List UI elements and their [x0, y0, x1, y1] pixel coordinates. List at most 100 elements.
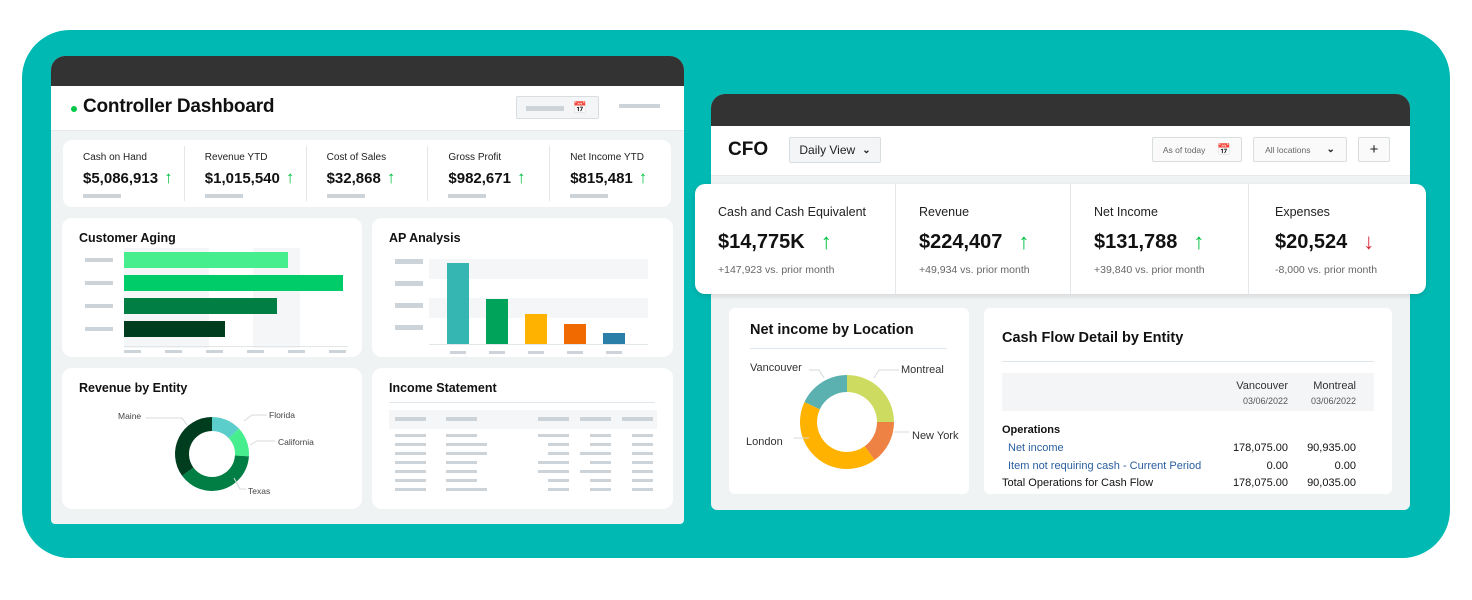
- kpi-revenue[interactable]: Revenue $224,407 ↑ +49,934 vs. prior mont…: [896, 184, 1071, 294]
- date-picker[interactable]: 📅: [516, 96, 599, 119]
- header-placeholder: [395, 417, 426, 421]
- table-row[interactable]: Total Operations for Cash Flow 178,075.0…: [1002, 477, 1374, 494]
- kpi-net-income[interactable]: Net Income $131,788 ↑ +39,840 vs. prior m…: [1071, 184, 1249, 294]
- card-title: Customer Aging: [79, 231, 176, 245]
- kpi-delta: +49,934 vs. prior month: [919, 264, 1030, 276]
- kpi-cost-of-sales[interactable]: Cost of Sales $32,868 ↑: [307, 146, 429, 201]
- header-placeholder: [580, 417, 611, 421]
- dashboard-header: Controller Dashboard 📅: [51, 86, 684, 131]
- axis-label-placeholder: [395, 281, 423, 286]
- kpi-net-income-ytd[interactable]: Net Income YTD $815,481 ↑: [550, 146, 671, 201]
- kpi-revenue-ytd[interactable]: Revenue YTD $1,015,540 ↑: [185, 146, 307, 201]
- x-tick-placeholder: [124, 350, 141, 353]
- date-filter[interactable]: As of today 📅: [1152, 137, 1242, 162]
- cell-placeholder: [446, 470, 477, 473]
- revenue-by-entity-card[interactable]: Revenue by Entity Maine Florida Californ…: [62, 368, 362, 509]
- customer-aging-card[interactable]: Customer Aging: [62, 218, 362, 357]
- location-filter-value: All locations: [1265, 144, 1311, 155]
- header-menu-placeholder[interactable]: [619, 104, 660, 108]
- date-placeholder: [526, 106, 564, 111]
- kpi-label: Revenue YTD: [204, 152, 268, 163]
- leader-line: [243, 414, 267, 422]
- kpi-value: $1,015,540: [204, 169, 280, 187]
- cell-placeholder: [395, 443, 426, 446]
- controller-dashboard-window: Controller Dashboard 📅 Cash on Hand $5,0…: [51, 56, 684, 524]
- card-title: AP Analysis: [389, 231, 461, 245]
- kpi-value: $815,481: [570, 169, 633, 187]
- cell-placeholder: [632, 461, 653, 464]
- bar: [124, 252, 289, 268]
- table-row[interactable]: Item not requiring cash - Current Period…: [1002, 460, 1374, 477]
- kpi-label: Net Income: [1094, 205, 1158, 219]
- column-header-montreal[interactable]: Montreal 03/06/2022: [1276, 380, 1356, 406]
- date-filter-value: As of today: [1162, 144, 1206, 155]
- column-date: 03/06/2022: [1310, 396, 1356, 406]
- cash-flow-table-header: Vancouver 03/06/2022 Montreal 03/06/2022: [1002, 373, 1374, 411]
- cell-placeholder: [632, 434, 653, 437]
- window-titlebar: [711, 94, 1410, 126]
- donut-segment-london[interactable]: [800, 401, 875, 469]
- donut-segment-vancouver[interactable]: [804, 375, 847, 410]
- donut-segment-texas[interactable]: [182, 455, 249, 491]
- kpi-label: Cash and Cash Equivalent: [718, 205, 867, 219]
- donut-segment-maine[interactable]: [175, 417, 212, 476]
- cell-placeholder: [446, 479, 477, 482]
- kpi-label: Gross Profit: [448, 152, 502, 163]
- view-select[interactable]: Daily View ⌄: [789, 137, 881, 163]
- donut-label-london: London: [746, 436, 783, 448]
- cell-placeholder: [580, 452, 611, 455]
- cell-value: 0.00: [1334, 460, 1356, 472]
- kpi-delta: +147,923 vs. prior month: [718, 264, 835, 276]
- kpi-value: $131,788: [1094, 230, 1178, 253]
- cell-value: 0.00: [1266, 460, 1288, 472]
- ap-analysis-card[interactable]: AP Analysis: [372, 218, 673, 357]
- bar: [525, 314, 547, 344]
- donut-segment-montreal[interactable]: [847, 375, 894, 422]
- bar: [564, 323, 586, 344]
- cell-value: 90,935.00: [1307, 442, 1356, 454]
- kpi-expenses[interactable]: Expenses $20,524 ↓ -8,000 vs. prior month: [1249, 184, 1426, 294]
- kpi-gross-profit[interactable]: Gross Profit $982,671 ↑: [428, 146, 551, 201]
- table-row[interactable]: Net income 178,075.00 90,935.00: [1002, 442, 1374, 459]
- kpi-value: $14,775K: [718, 230, 805, 253]
- income-statement-card[interactable]: Income Statement: [372, 368, 673, 509]
- leader-line: [249, 440, 275, 446]
- arrow-up-icon: ↑: [516, 168, 526, 187]
- calendar-icon: 📅: [1217, 144, 1232, 156]
- x-tick-placeholder: [165, 350, 182, 353]
- x-axis-line: [429, 344, 648, 345]
- location-filter[interactable]: All locations ⌄: [1253, 137, 1347, 162]
- donut-label-california: California: [278, 437, 314, 447]
- axis-label-placeholder: [85, 258, 113, 262]
- kpi-value: $32,868: [326, 169, 381, 187]
- axis-label-placeholder: [395, 325, 423, 330]
- cash-flow-detail-card[interactable]: Cash Flow Detail by Entity Vancouver 03/…: [984, 308, 1392, 494]
- row-link[interactable]: Item not requiring cash - Current Period: [1008, 460, 1201, 472]
- cell-placeholder: [632, 488, 653, 491]
- kpi-value: $982,671: [448, 169, 511, 187]
- kpi-cash-on-hand[interactable]: Cash on Hand $5,086,913 ↑: [63, 146, 185, 201]
- x-tick-placeholder: [329, 350, 346, 353]
- cell-placeholder: [632, 443, 653, 446]
- bar: [124, 298, 278, 314]
- cell-placeholder: [548, 452, 569, 455]
- column-name: Montreal: [1313, 380, 1356, 392]
- bar: [603, 333, 625, 344]
- kpi-strip: Cash on Hand $5,086,913 ↑ Revenue YTD $1,…: [63, 140, 671, 207]
- arrow-up-icon: ↑: [638, 168, 648, 187]
- page-title: CFO: [728, 139, 769, 160]
- plus-icon: +: [1369, 141, 1379, 158]
- add-button[interactable]: +: [1358, 137, 1390, 162]
- header-placeholder: [446, 417, 477, 421]
- cell-placeholder: [538, 461, 569, 464]
- net-income-by-location-card[interactable]: Net income by Location Vancouver Montrea…: [729, 308, 969, 494]
- x-tick-placeholder: [247, 350, 264, 353]
- header-placeholder: [622, 417, 653, 421]
- cell-placeholder: [395, 461, 426, 464]
- arrow-up-icon: ↑: [285, 168, 295, 187]
- cell-placeholder: [548, 443, 569, 446]
- window-titlebar: [51, 56, 684, 86]
- kpi-cash-equivalent[interactable]: Cash and Cash Equivalent $14,775K ↑ +147,…: [695, 184, 896, 294]
- kpi-value: $20,524: [1275, 230, 1348, 253]
- row-link[interactable]: Net income: [1008, 442, 1064, 454]
